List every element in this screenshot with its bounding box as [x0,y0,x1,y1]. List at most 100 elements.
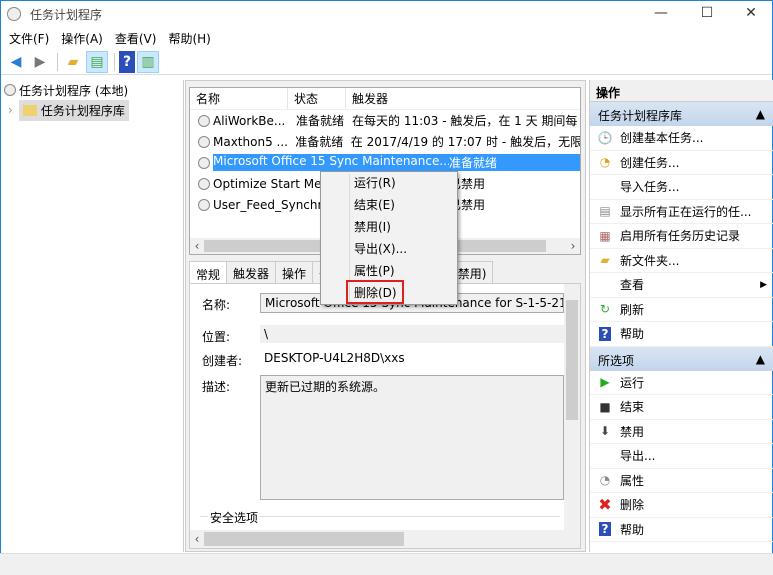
back-arrow-icon[interactable]: ◀ [5,51,27,73]
maximize-button[interactable]: ☐ [684,1,730,27]
scroll-left-icon[interactable]: ‹ [190,532,204,546]
scroll-left-icon[interactable]: ‹ [190,239,204,253]
menu-view[interactable]: 查看(V) [111,30,165,47]
forward-arrow-icon[interactable]: ▶ [29,51,51,73]
chevron-right-icon[interactable]: › [8,103,13,117]
task-name: Maxthon5 ... [213,134,288,149]
window-title: 任务计划程序 [30,7,103,22]
run-icon: ▶ [600,375,610,390]
section-selected[interactable]: 所选项 ▲ [590,346,773,371]
tree-library-label: 任务计划程序库 [40,103,125,118]
scroll-thumb[interactable] [204,532,404,546]
action-show-running[interactable]: ▤ 显示所有正在运行的任... [590,200,773,224]
show-hide-tree-icon[interactable]: ▤ [86,50,108,73]
clock-icon [4,84,16,96]
menu-action[interactable]: 操作(A) [57,30,111,47]
action-label: 运行 [620,375,645,390]
action-delete[interactable]: ✖ 删除 [590,493,773,518]
folder-icon [22,104,37,116]
action-enable-history[interactable]: ▦ 启用所有任务历史记录 [590,224,773,249]
basic-task-icon: 🕒 [597,130,613,145]
tab-general[interactable]: 常规 [189,261,228,283]
submenu-arrow-icon: ▶ [760,279,767,290]
context-end[interactable]: 结束(E) [321,194,457,216]
context-disable[interactable]: 禁用(I) [321,216,457,238]
center-pane: 名称 状态 触发器 AliWorkBe... 准备就绪 在每天的 11:03 - 触… [185,80,586,552]
new-folder-icon: ▰ [600,253,610,268]
menu-help[interactable]: 帮助(H) [164,30,218,47]
action-label: 显示所有正在运行的任... [620,204,752,219]
horizontal-scrollbar[interactable]: ‹ [190,530,580,548]
action-end[interactable]: ■ 结束 [590,395,773,420]
task-status: 准备就绪 [449,156,498,170]
action-import-task[interactable]: 导入任务... [590,175,773,200]
task-icon [198,135,210,148]
tree-library[interactable]: › 任务计划程序库 [0,99,183,121]
column-trigger[interactable]: 触发器 [346,88,580,109]
stop-icon: ■ [599,399,611,414]
show-hide-action-pane-icon[interactable]: ▥ [137,50,159,73]
table-row-selected[interactable]: Microsoft Office 15 Sync Maintenance... 准… [190,152,580,173]
action-create-basic-task[interactable]: 🕒 创建基本任务... [590,126,773,151]
column-status[interactable]: 状态 [288,88,346,109]
name-label: 名称: [202,298,231,312]
action-label: 属性 [620,473,645,488]
action-label: 创建任务... [620,155,680,170]
action-help-selected[interactable]: ? 帮助 [590,518,773,542]
task-icon [198,114,210,127]
create-task-icon: ◔ [599,155,611,170]
action-view[interactable]: 查看 ▶ [590,273,773,298]
section-library-label: 任务计划程序库 [598,109,683,123]
actions-header: 操作 [590,80,773,102]
running-tasks-icon: ▤ [599,204,611,219]
task-name: Microsoft Office 15 Sync Maintenance... [213,154,449,168]
location-value: \ [260,325,564,343]
location-label: 位置: [202,330,231,344]
up-folder-icon[interactable]: ▰ [62,51,84,73]
context-run[interactable]: 运行(R) [321,172,457,194]
close-button[interactable]: ✕ [728,1,773,27]
refresh-icon: ↻ [599,302,611,317]
collapse-icon[interactable]: ▲ [756,107,765,121]
task-name: AliWorkBe... [213,113,286,128]
action-disable[interactable]: ⬇ 禁用 [590,420,773,444]
action-refresh[interactable]: ↻ 刷新 [590,298,773,322]
section-library[interactable]: 任务计划程序库 ▲ [590,102,773,126]
action-label: 结束 [620,400,645,415]
delete-x-icon: ✖ [598,495,612,515]
help-icon[interactable]: ? [119,50,135,73]
navigation-tree: 任务计划程序 (本地) › 任务计划程序库 [0,80,184,552]
description-field[interactable]: 更新已过期的系统源。 [260,375,564,500]
tab-actions[interactable]: 操作 [275,261,314,283]
action-help[interactable]: ? 帮助 [590,322,773,347]
table-row[interactable]: AliWorkBe... 准备就绪 在每天的 11:03 - 触发后，在 1 天 期… [190,110,580,131]
scroll-thumb[interactable] [566,300,578,420]
task-status: 准备就绪 [296,114,345,128]
action-new-folder[interactable]: ▰ 新文件夹... [590,249,773,273]
toolbar-separator [114,52,115,71]
security-label: 安全选项 [208,511,261,525]
toolbar: ◀ ▶ ▰ ▤ ? ▥ [1,49,772,75]
action-run[interactable]: ▶ 运行 [590,371,773,395]
context-export[interactable]: 导出(X)... [321,238,457,260]
table-row[interactable]: Maxthon5 ... 准备就绪在 2017/4/19 的 17:07 时 - … [190,131,580,152]
collapse-icon[interactable]: ▲ [756,352,765,366]
action-create-task[interactable]: ◔ 创建任务... [590,151,773,175]
action-export[interactable]: 导出... [590,444,773,469]
disable-arrow-icon: ⬇ [599,424,611,439]
action-label: 启用所有任务历史记录 [620,229,741,244]
tab-triggers[interactable]: 触发器 [226,261,277,283]
context-properties[interactable]: 属性(P) [321,260,457,282]
vertical-scrollbar[interactable] [564,284,580,532]
action-label: 新文件夹... [620,253,680,268]
tree-root-label: 任务计划程序 (本地) [19,83,129,98]
help-icon: ? [590,522,620,537]
menu-file[interactable]: 文件(F) [5,30,57,47]
tree-root[interactable]: 任务计划程序 (本地) [0,80,183,100]
action-properties[interactable]: ◔ 属性 [590,469,773,493]
author-label: 创建者: [202,354,243,368]
column-name[interactable]: 名称 [190,88,288,109]
scroll-right-icon[interactable]: › [566,239,580,253]
minimize-button[interactable]: — [638,1,684,27]
description-label: 描述: [202,380,231,394]
